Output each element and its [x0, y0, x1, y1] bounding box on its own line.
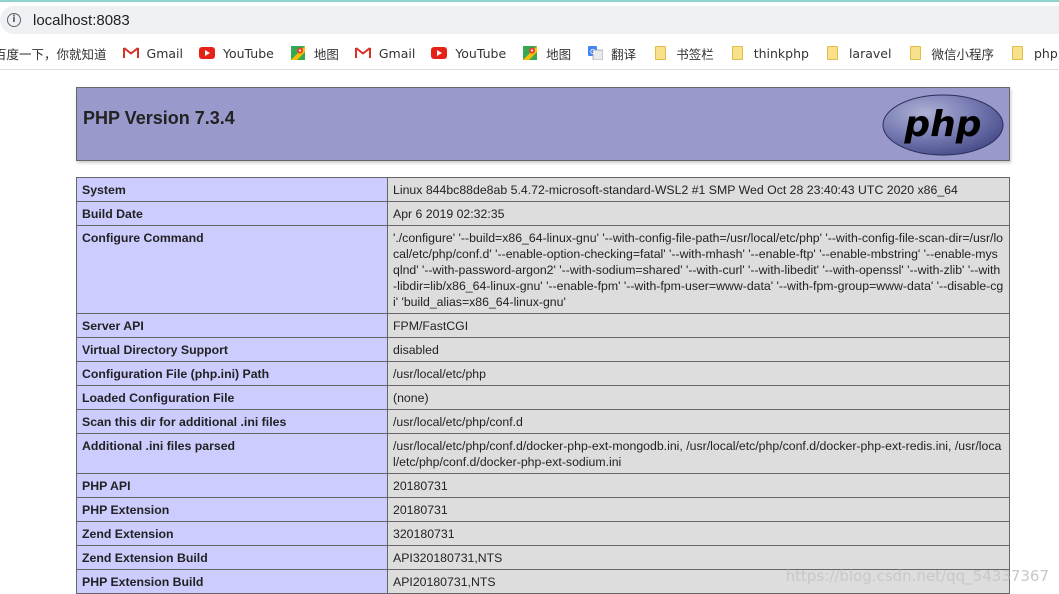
- bookmark-label: 翻译: [611, 46, 637, 62]
- bookmark-gmail[interactable]: Gmail: [115, 39, 191, 67]
- row-key: PHP Extension Build: [76, 569, 388, 594]
- youtube-icon: [431, 46, 448, 60]
- bookmark-folder-miniprogram[interactable]: 微信小程序: [899, 39, 1002, 67]
- folder-icon: [825, 46, 841, 60]
- address-row: i localhost:8083: [0, 4, 1059, 34]
- bookmark-label: 书签栏: [676, 46, 714, 62]
- table-row: Configuration File (php.ini) Path/usr/lo…: [76, 361, 1010, 386]
- bookmark-label: Gmail: [378, 45, 416, 61]
- table-row: Build Date Apr 6 2019 02:32:35: [76, 201, 1010, 226]
- site-info-icon[interactable]: i: [7, 13, 21, 27]
- folder-icon: [730, 46, 746, 60]
- row-key: Server API: [76, 313, 388, 338]
- svg-text:php: php: [903, 104, 981, 145]
- table-row: Zend Extension Build API320180731,NTS: [76, 545, 1010, 570]
- table-row: Configure Command './configure' '--build=…: [76, 225, 1010, 314]
- bookmark-maps-2[interactable]: 地图: [514, 39, 579, 67]
- row-key: Configure Command: [76, 225, 388, 314]
- row-value: Linux 844bc88de8ab 5.4.72-microsoft-stan…: [387, 177, 1010, 202]
- row-value: 20180731: [387, 497, 1010, 522]
- bookmark-label: laravel: [848, 45, 892, 61]
- php-logo[interactable]: php: [882, 94, 1004, 156]
- svg-text:G: G: [590, 48, 595, 56]
- bookmark-label: 微信小程序: [931, 46, 994, 62]
- bookmark-label: YouTube: [455, 45, 507, 61]
- youtube-icon: [198, 46, 215, 60]
- row-key: Loaded Configuration File: [76, 385, 388, 410]
- bookmark-maps[interactable]: 地图: [282, 39, 347, 67]
- bookmark-folder-laravel[interactable]: laravel: [817, 39, 900, 67]
- row-key: Scan this dir for additional .ini files: [76, 409, 388, 434]
- row-value: /usr/local/etc/php: [387, 361, 1010, 386]
- row-key: Configuration File (php.ini) Path: [76, 361, 388, 386]
- table-row: PHP Extension 20180731: [76, 497, 1010, 522]
- bookmark-label: Gmail: [146, 45, 183, 61]
- bookmark-folder-bookmarks[interactable]: 书签栏: [644, 39, 722, 67]
- row-value: (none): [387, 385, 1010, 410]
- row-key: PHP API: [76, 473, 388, 498]
- bookmark-label: YouTube: [222, 45, 274, 61]
- row-key: PHP Extension: [76, 497, 388, 522]
- row-key: System: [76, 177, 388, 202]
- folder-icon: [907, 46, 923, 60]
- folder-icon: [652, 46, 668, 60]
- row-key: Build Date: [76, 201, 388, 226]
- url-text[interactable]: localhost:8083: [33, 12, 130, 29]
- bookmark-label: thinkphp: [753, 45, 809, 61]
- bookmark-label: php: [1033, 45, 1058, 61]
- table-row: Loaded Configuration File (none): [76, 385, 1010, 410]
- table-row: Scan this dir for additional .ini files /…: [76, 409, 1010, 434]
- row-value: API320180731,NTS: [387, 545, 1010, 570]
- bookmark-gmail-2[interactable]: Gmail: [347, 39, 423, 67]
- maps-icon: [522, 46, 538, 60]
- table-row: System Linux 844bc88de8ab 5.4.72-microsof…: [76, 177, 1010, 202]
- table-row: Additional .ini files parsed/usr/local/e…: [76, 433, 1010, 474]
- row-value: /usr/local/etc/php/conf.d/docker-php-ext…: [387, 433, 1010, 474]
- row-key: Virtual Directory Support: [76, 337, 388, 362]
- phpinfo-header: PHP Version 7.3.4 php: [76, 87, 1010, 161]
- bookmarks-bar: 百度一下，你就知道 Gmail YouTube 地图 Gmail YouTube…: [0, 38, 1059, 68]
- row-key: Zend Extension: [76, 521, 388, 546]
- bookmark-label: 地图: [313, 46, 339, 62]
- bookmark-youtube-2[interactable]: YouTube: [423, 39, 514, 67]
- table-row: Virtual Directory Support disabled: [76, 337, 1010, 362]
- translate-icon: G: [587, 46, 603, 60]
- row-value: FPM/FastCGI: [387, 313, 1010, 338]
- gmail-icon: [122, 46, 139, 60]
- bookmark-baidu[interactable]: 百度一下，你就知道: [0, 39, 115, 67]
- phpinfo-page: PHP Version 7.3.4 php System Linux 844bc8…: [0, 71, 1059, 594]
- watermark-text: https://blog.csdn.net/qq_54337367: [785, 567, 1049, 585]
- maps-icon: [290, 46, 306, 60]
- row-value: Apr 6 2019 02:32:35: [387, 201, 1010, 226]
- row-value: /usr/local/etc/php/conf.d: [387, 409, 1010, 434]
- row-value: disabled: [387, 337, 1010, 362]
- bookmark-label: 百度一下，你就知道: [0, 46, 107, 62]
- info-table: System Linux 844bc88de8ab 5.4.72-microsof…: [76, 177, 1010, 594]
- row-value: 320180731: [387, 521, 1010, 546]
- bookmark-label: 地图: [546, 46, 572, 62]
- bookmark-folder-php[interactable]: php: [1002, 39, 1059, 67]
- bookmark-youtube[interactable]: YouTube: [191, 39, 282, 67]
- bookmark-folder-thinkphp[interactable]: thinkphp: [722, 39, 817, 67]
- gmail-icon: [354, 46, 371, 60]
- bookmark-translate[interactable]: G 翻译: [579, 39, 644, 67]
- folder-icon: [1010, 46, 1026, 60]
- table-row: Server API FPM/FastCGI: [76, 313, 1010, 338]
- browser-chrome: i localhost:8083 百度一下，你就知道 Gmail YouTube…: [0, 0, 1059, 70]
- row-key: Additional .ini files parsed: [76, 433, 388, 474]
- row-value: './configure' '--build=x86_64-linux-gnu'…: [387, 225, 1010, 314]
- row-value: 20180731: [387, 473, 1010, 498]
- table-row: Zend Extension 320180731: [76, 521, 1010, 546]
- page-title: PHP Version 7.3.4: [83, 108, 235, 128]
- tab-strip-edge: [0, 0, 1059, 2]
- table-row: PHP API 20180731: [76, 473, 1010, 498]
- address-bar[interactable]: i localhost:8083: [0, 6, 1059, 34]
- row-key: Zend Extension Build: [76, 545, 388, 570]
